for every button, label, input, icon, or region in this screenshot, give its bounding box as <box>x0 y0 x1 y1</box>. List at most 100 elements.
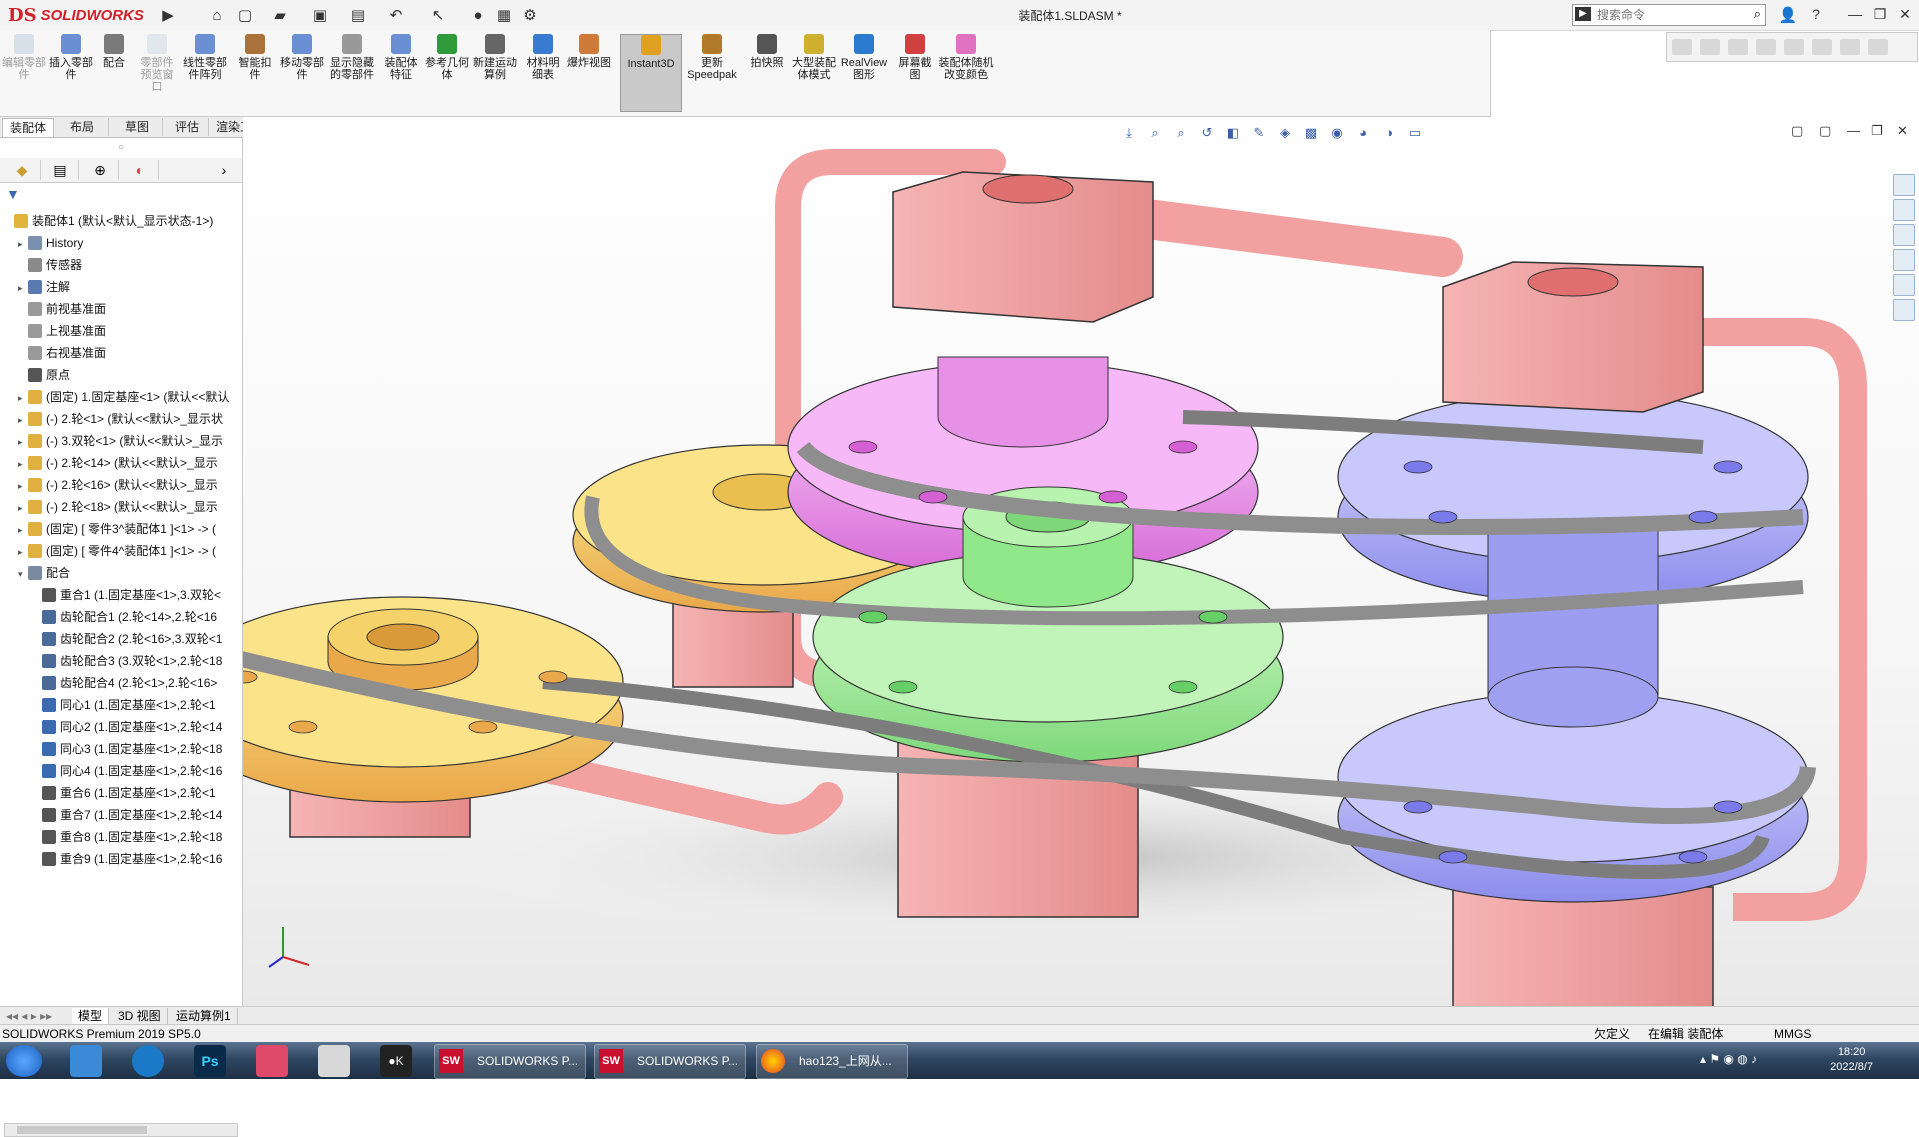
command-2-button[interactable]: 配合 <box>96 34 132 110</box>
user-account-icon[interactable]: 👤 <box>1778 5 1798 25</box>
command-6-button[interactable]: 移动零部件 <box>278 34 326 110</box>
tree-node[interactable]: 同心3 (1.固定基座<1>,2.轮<18 <box>32 738 242 760</box>
taskbar-task-solidworks-1[interactable]: SW SOLIDWORKS P... <box>434 1044 586 1079</box>
view-tool-icon[interactable] <box>1672 39 1692 55</box>
tree-node[interactable]: 传感器 <box>18 254 242 276</box>
tree-node[interactable]: 重合7 (1.固定基座<1>,2.轮<14 <box>32 804 242 826</box>
command-9-button[interactable]: 参考几何体 <box>424 34 470 110</box>
minimize-button[interactable]: — <box>1843 3 1867 25</box>
tree-node[interactable]: ▸ (-) 2.轮<18> (默认<<默认>_显示 <box>18 496 242 518</box>
tool-app-icon[interactable] <box>318 1045 350 1077</box>
tab-3d-view[interactable]: 3D 视图 <box>112 1008 168 1024</box>
tree-node[interactable]: 同心2 (1.固定基座<1>,2.轮<14 <box>32 716 242 738</box>
view-tool-icon[interactable] <box>1756 39 1776 55</box>
cm-tab-0[interactable]: 装配体 <box>2 118 54 137</box>
tree-node[interactable]: ▸ (-) 3.双轮<1> (默认<<默认>_显示 <box>18 430 242 452</box>
panel-collapse-handle[interactable]: ○ <box>0 138 242 158</box>
tree-node[interactable]: 上视基准面 <box>18 320 242 342</box>
tab-motion-study[interactable]: 运动算例1 <box>170 1008 238 1024</box>
tree-expand-icon[interactable]: ▸ <box>18 475 28 496</box>
tree-node[interactable]: 齿轮配合3 (3.双轮<1>,2.轮<18 <box>32 650 242 672</box>
tab-model[interactable]: 模型 <box>72 1008 110 1024</box>
search-icon[interactable]: ⌕ <box>1754 6 1761 22</box>
tree-node[interactable]: ▸ History <box>18 232 242 254</box>
command-5-button[interactable]: 智能扣件 <box>234 34 276 110</box>
tree-node[interactable]: ▸ (固定) 1.固定基座<1> (默认<<默认 <box>18 386 242 408</box>
search-commands-box[interactable]: ▶ ⌕ <box>1572 4 1766 26</box>
tree-expand-icon[interactable]: ▸ <box>18 277 28 298</box>
view-tool-icon[interactable] <box>1868 39 1888 55</box>
app-pinned-icon[interactable] <box>70 1045 102 1077</box>
view-palette-icon[interactable] <box>1893 249 1915 271</box>
close-button[interactable]: ✕ <box>1893 3 1917 25</box>
command-4-button[interactable]: 线性零部件阵列 <box>178 34 232 110</box>
command-10-button[interactable]: 新建运动算例 <box>472 34 518 110</box>
command-14-button[interactable]: 更新Speedpak <box>684 34 740 110</box>
status-units[interactable]: MMGS <box>1774 1025 1811 1043</box>
command-17-button[interactable]: RealView图形 <box>838 34 890 110</box>
display-manager-tab-icon[interactable]: ◐ <box>122 160 159 180</box>
command-19-button[interactable]: 装配体随机改变颜色 <box>938 34 994 110</box>
chevron-right-icon[interactable]: › <box>214 160 234 180</box>
configuration-manager-tab-icon[interactable]: ⊕ <box>82 160 119 180</box>
view-tool-icon[interactable] <box>1700 39 1720 55</box>
file-explorer-icon[interactable] <box>1893 224 1915 246</box>
ok-app-icon[interactable]: ●K <box>380 1045 412 1077</box>
tree-horizontal-scrollbar[interactable] <box>4 1123 238 1137</box>
traffic-light-icon[interactable]: ● <box>468 5 488 25</box>
tree-node[interactable]: 同心1 (1.固定基座<1>,2.轮<1 <box>32 694 242 716</box>
tree-node[interactable]: ▸ (-) 2.轮<14> (默认<<默认>_显示 <box>18 452 242 474</box>
design-library-icon[interactable] <box>1893 199 1915 221</box>
assembly-3d-model[interactable] <box>243 117 1919 1006</box>
tree-node[interactable]: 齿轮配合1 (2.轮<14>,2.轮<16 <box>32 606 242 628</box>
search-input[interactable] <box>1595 6 1739 24</box>
home-icon[interactable]: ⌂ <box>207 5 227 25</box>
tree-node[interactable]: ▸ (固定) [ 零件4^装配体1 ]<1> -> ( <box>18 540 242 562</box>
command-11-button[interactable]: 材料明细表 <box>522 34 564 110</box>
tree-node[interactable]: 齿轮配合4 (2.轮<1>,2.轮<16> <box>32 672 242 694</box>
tree-node[interactable]: 装配体1 (默认<默认_显示状态-1>) <box>4 210 242 232</box>
taskbar-task-browser[interactable]: hao123_上网从... <box>756 1044 908 1079</box>
command-8-button[interactable]: 装配体特征 <box>380 34 422 110</box>
tree-node[interactable]: 重合6 (1.固定基座<1>,2.轮<1 <box>32 782 242 804</box>
tree-expand-icon[interactable]: ▸ <box>18 409 28 430</box>
tree-expand-icon[interactable]: ▸ <box>18 453 28 474</box>
tree-node[interactable]: ▸ (-) 2.轮<1> (默认<<默认>_显示状 <box>18 408 242 430</box>
command-16-button[interactable]: 大型装配体模式 <box>792 34 836 110</box>
tab-navigation-arrows[interactable]: ◂◂ ◂ ▸ ▸▸ <box>0 1008 73 1024</box>
command-12-button[interactable]: 爆炸视图 <box>566 34 612 110</box>
photoshop-icon[interactable]: Ps <box>194 1045 226 1077</box>
save-icon[interactable]: ▣ <box>310 5 330 25</box>
select-pointer-icon[interactable]: ↖ <box>428 5 448 25</box>
tree-node[interactable]: ▾ 配合 <box>18 562 242 584</box>
tree-expand-icon[interactable]: ▸ <box>18 387 28 408</box>
command-7-button[interactable]: 显示隐藏的零部件 <box>328 34 376 110</box>
command-1-button[interactable]: 插入零部件 <box>48 34 94 110</box>
media-app-icon[interactable] <box>256 1045 288 1077</box>
tree-node[interactable]: ▸ (-) 2.轮<16> (默认<<默认>_显示 <box>18 474 242 496</box>
feature-tree-tab-icon[interactable]: ◆ <box>4 160 41 180</box>
tree-node[interactable]: 同心4 (1.固定基座<1>,2.轮<16 <box>32 760 242 782</box>
view-tool-icon[interactable] <box>1812 39 1832 55</box>
cm-tab-3[interactable]: 评估 <box>166 118 209 136</box>
solidworks-resources-icon[interactable] <box>1893 174 1915 196</box>
cm-tab-2[interactable]: 草图 <box>112 118 163 136</box>
taskbar-task-solidworks-2[interactable]: SW SOLIDWORKS P... <box>594 1044 746 1079</box>
tree-expand-icon[interactable]: ▸ <box>18 233 28 254</box>
file-properties-icon[interactable]: ▦ <box>494 5 514 25</box>
scrollbar-thumb[interactable] <box>17 1126 147 1134</box>
view-tool-icon[interactable] <box>1728 39 1748 55</box>
open-folder-icon[interactable]: ▰ <box>270 5 290 25</box>
filter-icon[interactable]: ▼ <box>6 186 20 202</box>
tree-node[interactable]: ▸ (固定) [ 零件3^装配体1 ]<1> -> ( <box>18 518 242 540</box>
restore-button[interactable]: ❐ <box>1868 3 1892 25</box>
system-tray-icons[interactable]: ▴ ⚑ ◉ ◍ ♪ <box>1700 1052 1757 1066</box>
tree-node[interactable]: 重合1 (1.固定基座<1>,3.双轮< <box>32 584 242 606</box>
view-tool-icon[interactable] <box>1784 39 1804 55</box>
custom-properties-icon[interactable] <box>1893 299 1915 321</box>
tree-expand-icon[interactable]: ▸ <box>18 541 28 562</box>
tree-node[interactable]: 重合9 (1.固定基座<1>,2.轮<16 <box>32 848 242 870</box>
start-button-icon[interactable] <box>6 1045 42 1077</box>
options-gear-icon[interactable]: ⚙ <box>520 5 540 25</box>
tree-expand-icon[interactable]: ▸ <box>18 431 28 452</box>
